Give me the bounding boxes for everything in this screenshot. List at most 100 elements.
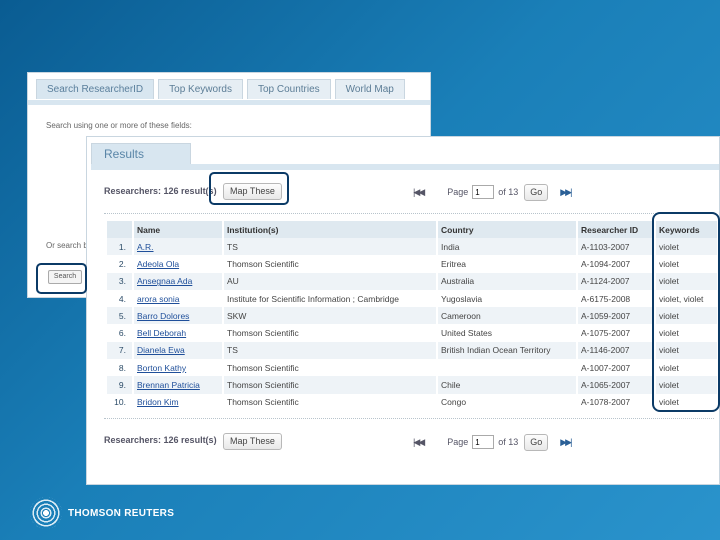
col-name[interactable]: Name bbox=[133, 221, 224, 238]
researcher-name-cell: Dianela Ewa bbox=[133, 341, 224, 360]
col-index bbox=[107, 221, 134, 238]
row-index-cell: 4. bbox=[107, 289, 134, 308]
researcher-name-cell: Barro Dolores bbox=[133, 307, 224, 325]
pager-top: |◀◀ Page of 13 Go ▶▶| bbox=[413, 183, 572, 201]
researcher-name-cell: Adeola Ola bbox=[133, 255, 224, 273]
next-page-icon[interactable]: ▶▶| bbox=[560, 437, 572, 448]
col-researcher-id[interactable]: Researcher ID bbox=[577, 221, 656, 238]
row-index-cell: 10. bbox=[107, 393, 134, 411]
country-cell: Australia bbox=[437, 272, 578, 290]
researcher-name-link[interactable]: Bell Deborah bbox=[137, 328, 186, 338]
page-label: Page bbox=[447, 437, 469, 447]
institution-cell: Thomson Scientific bbox=[223, 393, 438, 411]
brand-name: THOMSON REUTERS bbox=[68, 507, 175, 519]
researcher-name-link[interactable]: arora sonia bbox=[137, 294, 180, 304]
tab-strip bbox=[28, 100, 430, 105]
researcher-id-cell: A-1078-2007 bbox=[577, 393, 656, 411]
table-row: 6. Bell Deborah Thomson Scientific United S… bbox=[107, 324, 719, 342]
go-button[interactable]: Go bbox=[524, 433, 549, 451]
researcher-name-cell: Brennan Patricia bbox=[133, 376, 224, 394]
next-page-icon[interactable]: ▶▶| bbox=[560, 187, 572, 198]
table-row: 2. Adeola Ola Thomson Scientific Eritrea A-1… bbox=[107, 255, 719, 273]
researcher-name-link[interactable]: Bridon Kim bbox=[137, 397, 179, 407]
tab-search-researcherid[interactable]: Search ResearcherID bbox=[36, 79, 155, 99]
country-cell: Cameroon bbox=[437, 307, 578, 325]
page-number-input[interactable] bbox=[472, 435, 495, 449]
researcher-name-link[interactable]: Brennan Patricia bbox=[137, 380, 200, 390]
institution-cell: TS bbox=[223, 341, 438, 360]
institution-cell: SKW bbox=[223, 307, 438, 325]
table-row: 9. Brennan Patricia Thomson Scientific Chil… bbox=[107, 376, 719, 394]
go-button[interactable]: Go bbox=[524, 183, 549, 201]
row-index-cell: 9. bbox=[107, 376, 134, 394]
institution-cell: TS bbox=[223, 238, 438, 256]
results-count-label: Researchers: 126 result(s) bbox=[104, 435, 217, 445]
divider bbox=[104, 418, 714, 419]
tab-results[interactable]: Results bbox=[91, 143, 191, 165]
col-institution[interactable]: Institution(s) bbox=[223, 221, 438, 238]
map-these-highlight bbox=[209, 172, 289, 205]
institution-cell: Thomson Scientific bbox=[223, 376, 438, 394]
results-count-label: Researchers: 126 result(s) bbox=[104, 186, 217, 196]
results-summary-bottom: Researchers: 126 result(s) bbox=[104, 431, 217, 449]
row-index-cell: 7. bbox=[107, 341, 134, 360]
tab-top-keywords[interactable]: Top Keywords bbox=[158, 79, 243, 99]
country-cell: India bbox=[437, 238, 578, 256]
search-note: Or search b bbox=[46, 241, 88, 250]
researcher-id-cell: A-1103-2007 bbox=[577, 238, 656, 256]
institution-cell: Thomson Scientific bbox=[223, 359, 438, 377]
row-index-cell: 5. bbox=[107, 307, 134, 325]
tab-world-map[interactable]: World Map bbox=[334, 79, 405, 99]
country-cell: Congo bbox=[437, 393, 578, 411]
country-cell: Chile bbox=[437, 376, 578, 394]
row-index-cell: 2. bbox=[107, 255, 134, 273]
country-cell bbox=[437, 359, 578, 377]
researcher-name-link[interactable]: A.R. bbox=[137, 242, 154, 252]
researcher-id-cell: A-1065-2007 bbox=[577, 376, 656, 394]
row-index-cell: 3. bbox=[107, 272, 134, 290]
first-page-icon[interactable]: |◀◀ bbox=[413, 437, 425, 448]
country-cell: Eritrea bbox=[437, 255, 578, 273]
row-index-cell: 6. bbox=[107, 324, 134, 342]
row-index-cell: 8. bbox=[107, 359, 134, 377]
pager-bottom: |◀◀ Page of 13 Go ▶▶| bbox=[413, 433, 572, 451]
page-label: Page bbox=[447, 187, 469, 197]
thomson-reuters-logo-icon bbox=[30, 497, 62, 529]
search-tabs: Search ResearcherID Top Keywords Top Cou… bbox=[36, 79, 409, 101]
page-of-label: of 13 bbox=[498, 437, 519, 447]
researcher-name-link[interactable]: Barro Dolores bbox=[137, 311, 189, 321]
search-hint: Search using one or more of these fields… bbox=[46, 121, 192, 130]
researcher-id-cell: A-1007-2007 bbox=[577, 359, 656, 377]
researcher-name-link[interactable]: Adeola Ola bbox=[137, 259, 179, 269]
researcher-name-link[interactable]: Borton Kathy bbox=[137, 363, 186, 373]
brand-footer: THOMSON REUTERS bbox=[30, 497, 174, 529]
page-of-label: of 13 bbox=[498, 187, 519, 197]
institution-cell: AU bbox=[223, 272, 438, 290]
page-number-input[interactable] bbox=[472, 185, 495, 199]
results-summary-top: Researchers: 126 result(s) bbox=[104, 182, 217, 200]
researcher-name-cell: A.R. bbox=[133, 238, 224, 256]
map-these-button-bottom[interactable]: Map These bbox=[223, 433, 282, 450]
results-tab-strip bbox=[91, 164, 719, 170]
country-cell: Yugoslavia bbox=[437, 289, 578, 308]
researcher-name-cell: Bridon Kim bbox=[133, 393, 224, 411]
researcher-name-link[interactable]: Dianela Ewa bbox=[137, 345, 185, 355]
institution-cell: Institute for Scientific Information ; C… bbox=[223, 289, 438, 308]
results-table: Name Institution(s) Country Researcher I… bbox=[107, 221, 719, 411]
keywords-column-highlight bbox=[652, 212, 720, 412]
researcher-name-link[interactable]: Ansegnaa Ada bbox=[137, 276, 192, 286]
tab-top-countries[interactable]: Top Countries bbox=[246, 79, 331, 99]
researcher-id-cell: A-1075-2007 bbox=[577, 324, 656, 342]
researcher-name-cell: arora sonia bbox=[133, 289, 224, 308]
table-row: 7. Dianela Ewa TS British Indian Ocean Terr… bbox=[107, 341, 719, 360]
researcher-name-cell: Ansegnaa Ada bbox=[133, 272, 224, 290]
researcher-id-cell: A-1059-2007 bbox=[577, 307, 656, 325]
researcher-id-cell: A-6175-2008 bbox=[577, 289, 656, 308]
researcher-name-cell: Bell Deborah bbox=[133, 324, 224, 342]
institution-cell: Thomson Scientific bbox=[223, 324, 438, 342]
table-row: 1. A.R. TS India A-1103-2007 violet bbox=[107, 238, 719, 256]
first-page-icon[interactable]: |◀◀ bbox=[413, 187, 425, 198]
researcher-id-cell: A-1094-2007 bbox=[577, 255, 656, 273]
institution-cell: Thomson Scientific bbox=[223, 255, 438, 273]
col-country[interactable]: Country bbox=[437, 221, 578, 238]
